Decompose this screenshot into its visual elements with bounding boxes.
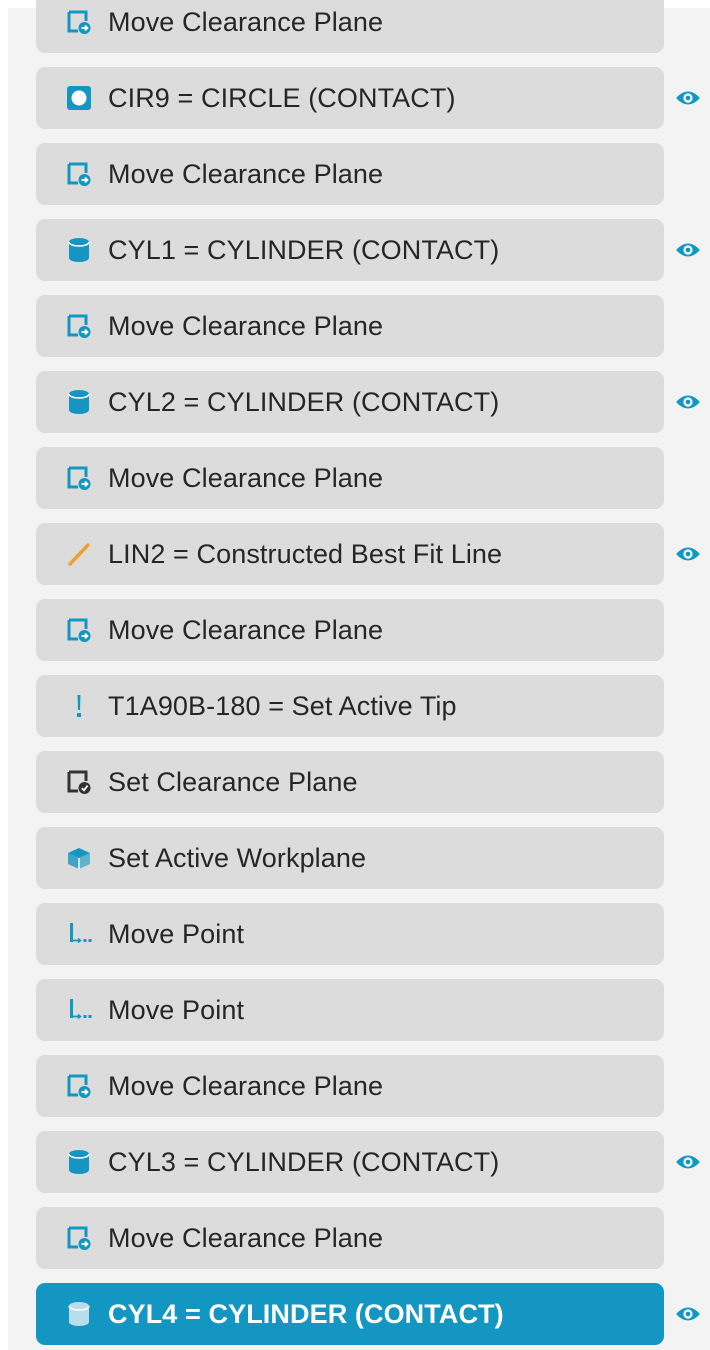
program-step-label: LIN2 = Constructed Best Fit Line [108,538,503,569]
program-step-label: CYL4 = CYLINDER (CONTACT) [108,1298,504,1329]
program-step-label: Set Clearance Plane [108,766,358,797]
program-step-row[interactable]: Move Clearance Plane [36,143,664,205]
program-step-row[interactable]: CYL2 = CYLINDER (CONTACT) [36,371,664,433]
program-step-row[interactable]: Move Clearance Plane [36,447,664,509]
workplane-icon [66,845,92,871]
move-point-icon [66,997,92,1023]
program-step-row[interactable]: Set Active Workplane [36,827,664,889]
program-step-row[interactable]: Set Clearance Plane [36,751,664,813]
move-clearance-plane-icon [66,617,92,643]
program-step-row[interactable]: Move Clearance Plane [36,1055,664,1117]
program-step-row[interactable]: CYL1 = CYLINDER (CONTACT) [36,219,664,281]
move-clearance-plane-icon [66,1225,92,1251]
program-step-row[interactable]: Move Point [36,903,664,965]
program-step-label: Move Clearance Plane [108,1070,384,1101]
program-step-label: Move Clearance Plane [108,310,384,341]
program-step-row[interactable]: LIN2 = Constructed Best Fit Line [36,523,664,585]
program-step-row[interactable]: CYL4 = CYLINDER (CONTACT) [36,1283,664,1345]
move-clearance-plane-icon [66,161,92,187]
set-clearance-plane-icon [66,769,92,795]
eye-icon[interactable] [670,67,706,129]
circle-icon [66,85,92,111]
program-step-label: T1A90B-180 = Set Active Tip [108,690,457,721]
eye-icon[interactable] [670,1131,706,1193]
cylinder-icon [66,389,92,415]
cylinder-icon [66,1301,92,1327]
active-tip-icon [66,693,92,719]
cylinder-icon [66,1149,92,1175]
cylinder-icon [66,237,92,263]
program-step-row[interactable]: Move Clearance Plane [36,0,664,53]
move-clearance-plane-icon [66,9,92,35]
program-step-label: Move Point [108,994,245,1025]
program-step-label: Move Clearance Plane [108,1222,384,1253]
program-step-row[interactable]: Move Clearance Plane [36,1207,664,1269]
move-clearance-plane-icon [66,313,92,339]
program-step-label: Move Point [108,918,245,949]
program-step-label: CYL1 = CYLINDER (CONTACT) [108,234,500,265]
program-step-label: Move Clearance Plane [108,462,384,493]
program-step-label: CYL3 = CYLINDER (CONTACT) [108,1146,500,1177]
program-step-row[interactable]: CIR9 = CIRCLE (CONTACT) [36,67,664,129]
eye-icon[interactable] [670,219,706,281]
move-point-icon [66,921,92,947]
program-step-label: Move Clearance Plane [108,6,384,37]
eye-icon[interactable] [670,1283,706,1345]
eye-icon[interactable] [670,371,706,433]
program-step-row[interactable]: Move Clearance Plane [36,599,664,661]
program-step-label: Move Clearance Plane [108,158,384,189]
move-clearance-plane-icon [66,1073,92,1099]
program-step-label: CYL2 = CYLINDER (CONTACT) [108,386,500,417]
program-step-row[interactable]: Move Point [36,979,664,1041]
line-icon [66,541,92,567]
move-clearance-plane-icon [66,465,92,491]
eye-icon[interactable] [670,523,706,585]
program-step-row[interactable]: CYL3 = CYLINDER (CONTACT) [36,1131,664,1193]
program-step-label: Set Active Workplane [108,842,367,873]
program-step-row[interactable]: T1A90B-180 = Set Active Tip [36,675,664,737]
program-step-label: Move Clearance Plane [108,614,384,645]
program-step-label: CIR9 = CIRCLE (CONTACT) [108,82,456,113]
program-step-row[interactable]: Move Clearance Plane [36,295,664,357]
